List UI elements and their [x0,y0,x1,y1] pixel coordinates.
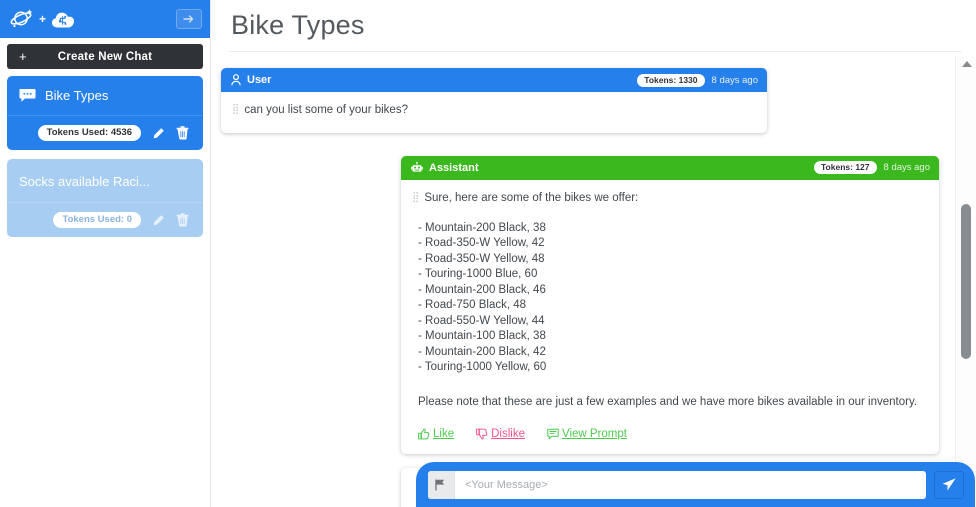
chat-list: Bike Types Tokens Used: 4536 Socks avail… [0,69,210,237]
message-actions: Like Dislike View Prompt [418,428,927,440]
chat-list-item-title: Socks available Raci... [19,174,150,189]
message-meta: Tokens: 1330 8 days ago [637,73,758,87]
edit-chat-button[interactable] [152,214,165,227]
assistant-intro-text: Sure, here are some of the bikes we offe… [424,191,639,204]
message-body: ⣿ can you list some of your bikes? [221,92,767,133]
brand-logo: + [8,6,77,32]
page-title: Bike Types [231,10,365,40]
sidebar: + + Create New Chat Bike Types Tokens Us… [0,0,211,507]
message-role: Assistant [411,162,479,174]
collapse-sidebar-button[interactable] [176,9,202,29]
like-button[interactable]: Like [418,428,454,440]
prompt-icon [547,428,559,440]
main-panel: Bike Types User Tokens: 1330 8 days ago … [211,0,976,507]
list-item: - Mountain-200 Black, 42 [418,345,546,358]
message-header: User Tokens: 1330 8 days ago [221,68,767,92]
tokens-used-badge: Tokens Used: 0 [53,212,141,228]
list-item: - Mountain-200 Black, 38 [418,221,546,234]
plus-icon: + [39,12,47,26]
scrollbar-thumb[interactable] [961,204,971,359]
drag-handle-icon: ⣿ [412,191,419,203]
caret-up-icon [961,61,972,67]
message-text-row: ⣿ can you list some of your bikes? [232,103,755,119]
vertical-scrollbar[interactable] [955,56,976,507]
message-composer [416,462,975,507]
composer-field[interactable] [428,470,926,499]
chat-bubble-icon [19,88,36,103]
assistant-message-card: Assistant Tokens: 127 8 days ago ⣿ Sure,… [401,155,939,454]
title-divider [229,51,962,52]
message-text-row: ⣿ Sure, here are some of the bikes we of… [412,191,927,207]
list-item: - Mountain-200 Black, 46 [418,283,546,296]
list-item: - Road-350-W Yellow, 48 [418,252,545,265]
like-label: Like [433,427,455,440]
chat-list-item-header[interactable]: Bike Types [7,76,203,116]
message-role: User [231,74,271,86]
robot-icon [411,162,423,173]
chat-list-item-title: Bike Types [45,88,109,103]
cloud-brain-icon [51,8,77,30]
message-timestamp: 8 days ago [711,74,758,86]
view-prompt-button[interactable]: View Prompt [547,428,627,440]
person-icon [231,74,241,86]
delete-chat-button[interactable] [176,126,189,140]
user-message-text: can you list some of your bikes? [244,104,408,116]
drag-handle-icon: ⣿ [232,104,239,115]
view-prompt-label: View Prompt [561,427,627,440]
dislike-button[interactable]: Dislike [476,428,525,440]
planet-icon [8,6,34,32]
chat-list-item-socks[interactable]: Socks available Raci... Tokens Used: 0 [7,159,203,237]
scroll-up-button[interactable] [956,56,976,72]
message-list: User Tokens: 1330 8 days ago ⣿ can you l… [211,56,955,507]
list-item: - Road-550-W Yellow, 44 [418,314,545,327]
message-tokens-badge: Tokens: 1330 [637,73,705,87]
send-button[interactable] [934,470,964,499]
bike-list: - Mountain-200 Black, 38 - Road-350-W Ye… [418,221,927,376]
list-item: - Touring-1000 Blue, 60 [418,268,538,281]
delete-chat-button[interactable] [176,213,189,227]
message-header: Assistant Tokens: 127 8 days ago [401,155,939,180]
dislike-label: Dislike [491,427,525,440]
user-message-card: User Tokens: 1330 8 days ago ⣿ can you l… [221,68,767,133]
arrow-right-icon [183,13,195,25]
thumbs-up-icon [418,428,430,440]
thumbs-down-icon [476,428,488,440]
message-meta: Tokens: 127 8 days ago [814,161,930,175]
message-input[interactable] [455,471,926,498]
sidebar-header: + [0,0,210,38]
list-item: - Road-750 Black, 48 [418,299,527,312]
list-item: - Touring-1000 Yellow, 60 [418,361,547,374]
message-role-label: Assistant [429,161,479,174]
create-new-chat-label: Create New Chat [57,50,153,63]
chat-list-item-header[interactable]: Socks available Raci... [7,159,203,203]
app-root: + + Create New Chat Bike Types Tokens Us… [0,0,976,507]
edit-chat-button[interactable] [152,127,165,140]
list-item: - Mountain-100 Black, 38 [418,330,546,343]
message-timestamp: 8 days ago [883,162,930,174]
plus-icon: + [19,49,27,64]
chat-list-item-bike-types[interactable]: Bike Types Tokens Used: 4536 [7,76,203,150]
chat-list-item-footer: Tokens Used: 4536 [7,116,203,150]
message-tokens-badge: Tokens: 127 [814,161,877,175]
list-item: - Road-350-W Yellow, 42 [418,237,545,250]
create-new-chat-button[interactable]: + Create New Chat [7,44,203,69]
message-body: ⣿ Sure, here are some of the bikes we of… [401,180,939,454]
message-role-label: User [247,74,272,86]
assistant-closing-text: Please note that these are just a few ex… [418,395,918,408]
send-icon [941,477,957,493]
chat-list-item-footer: Tokens Used: 0 [7,203,203,237]
compose-icon [428,470,455,499]
tokens-used-badge: Tokens Used: 4536 [37,125,141,141]
